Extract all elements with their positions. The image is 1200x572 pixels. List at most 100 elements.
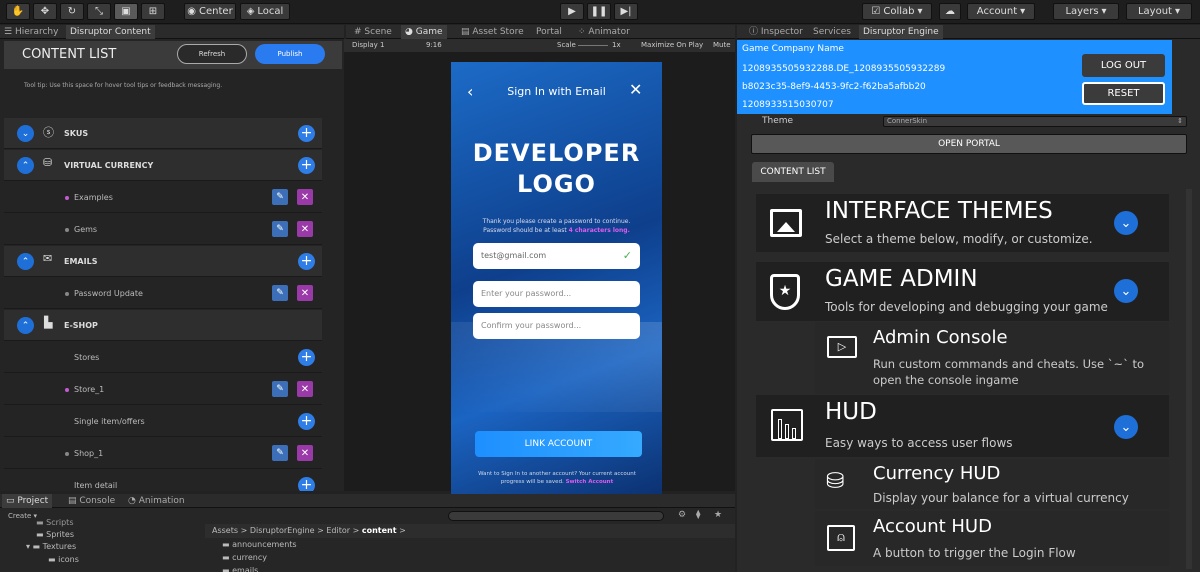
tree-item-textures[interactable]: ▾ ▬ Textures	[26, 542, 76, 551]
section-row-skus[interactable]: ⌄ ⓢ SKUS +	[4, 118, 322, 149]
star-icon[interactable]: ★	[714, 510, 722, 520]
tab-services[interactable]: Services	[809, 25, 855, 39]
chevron-up-icon[interactable]: ⌃	[17, 317, 34, 334]
subsection-admin-console[interactable]: ▷ Admin Console Run custom commands and …	[815, 322, 1169, 394]
open-portal-button[interactable]: OPEN PORTAL	[751, 134, 1187, 154]
pivot-center-button[interactable]: ◉ Center	[184, 3, 236, 20]
subsection-currency-hud[interactable]: ⛁ Currency HUD Display your balance for …	[815, 459, 1169, 509]
add-button[interactable]: +	[298, 413, 315, 430]
filter-icon[interactable]: ⚙	[678, 510, 686, 520]
delete-button[interactable]: ✕	[297, 221, 313, 237]
subsection-account-hud[interactable]: ⍝ Account HUD A button to trigger the Lo…	[815, 511, 1169, 566]
tab-disruptor-content[interactable]: Disruptor Content	[66, 25, 155, 39]
collab-dropdown[interactable]: ☑ Collab ▾	[862, 3, 932, 20]
list-item-store-1[interactable]: Store_1 ✎ ✕	[4, 374, 322, 405]
scale-slider[interactable]	[578, 45, 608, 46]
pause-button[interactable]: ❚❚	[587, 3, 611, 20]
tab-game[interactable]: ◕ Game	[401, 25, 447, 39]
section-row-e-shop[interactable]: ⌃ ▙ E-SHOP	[4, 310, 322, 341]
breadcrumb-assets[interactable]: Assets	[212, 526, 238, 535]
step-button[interactable]: ▶|	[614, 3, 638, 20]
space-local-button[interactable]: ◈ Local	[240, 3, 290, 20]
delete-button[interactable]: ✕	[297, 285, 313, 301]
email-field[interactable]: test@gmail.com ✓	[473, 243, 640, 269]
edit-button[interactable]: ✎	[272, 445, 288, 461]
chevron-up-icon[interactable]: ⌃	[17, 253, 34, 270]
breadcrumb-disruptor-engine[interactable]: DisruptorEngine	[250, 526, 315, 535]
section-game-admin[interactable]: ★ GAME ADMIN Tools for developing and de…	[756, 262, 1169, 321]
section-row-emails[interactable]: ⌃ ✉ EMAILS +	[4, 246, 322, 277]
cloud-button[interactable]: ☁	[939, 3, 961, 20]
breadcrumb-editor[interactable]: Editor	[326, 526, 350, 535]
list-item-shop-1[interactable]: Shop_1 ✎ ✕	[4, 438, 322, 469]
add-button[interactable]: +	[298, 253, 315, 270]
edit-button[interactable]: ✎	[272, 381, 288, 397]
create-dropdown[interactable]: Create ▾	[8, 512, 37, 520]
confirm-password-field[interactable]: Confirm your password...	[473, 313, 640, 339]
link-account-button[interactable]: LINK ACCOUNT	[475, 431, 642, 457]
tab-disruptor-engine[interactable]: Disruptor Engine	[859, 25, 943, 39]
list-item-item-detail[interactable]: Item detail +	[4, 470, 322, 491]
add-button[interactable]: +	[298, 157, 315, 174]
delete-button[interactable]: ✕	[297, 189, 313, 205]
tab-console[interactable]: ▤ Console	[64, 494, 119, 508]
close-icon[interactable]: ✕	[629, 80, 642, 99]
transform-tool-button[interactable]: ⊞	[141, 3, 165, 20]
edit-button[interactable]: ✎	[272, 221, 288, 237]
list-item-password-update[interactable]: Password Update ✎ ✕	[4, 278, 322, 309]
layout-dropdown[interactable]: Layout ▾	[1126, 3, 1192, 20]
tab-hierarchy[interactable]: ☰ Hierarchy	[0, 25, 62, 39]
play-button[interactable]: ▶	[560, 3, 584, 20]
publish-button[interactable]: Publish	[255, 44, 325, 64]
tab-animation[interactable]: ◔ Animation	[124, 494, 189, 508]
list-item-stores[interactable]: Stores +	[4, 342, 322, 373]
section-row-virtual-currency[interactable]: ⌃ ⛁ VIRTUAL CURRENCY +	[4, 150, 322, 181]
theme-dropdown[interactable]: ConnerSkin ⇕	[883, 116, 1187, 127]
list-item-gems[interactable]: Gems ✎ ✕	[4, 214, 322, 245]
tab-asset-store[interactable]: ▤ Asset Store	[457, 25, 528, 39]
reset-button[interactable]: RESET	[1082, 82, 1165, 105]
tab-animator[interactable]: ⁘ Animator	[574, 25, 634, 39]
file-item[interactable]: ▬ announcements	[222, 540, 297, 549]
maximize-on-play-toggle[interactable]: Maximize On Play	[641, 41, 703, 49]
chevron-down-icon[interactable]: ⌄	[1114, 279, 1138, 303]
rect-tool-button[interactable]: ▣	[114, 3, 138, 20]
chevron-down-icon[interactable]: ⌄	[1114, 415, 1138, 439]
account-dropdown[interactable]: Account ▾	[967, 3, 1035, 20]
move-tool-button[interactable]: ✥	[33, 3, 57, 20]
section-interface-themes[interactable]: INTERFACE THEMES Select a theme below, m…	[756, 194, 1169, 252]
tab-portal[interactable]: Portal	[532, 25, 566, 39]
aspect-dropdown[interactable]: 9:16	[426, 41, 442, 49]
list-item-single-offers[interactable]: Single item/offers +	[4, 406, 322, 437]
list-item-examples[interactable]: Examples ✎ ✕	[4, 182, 322, 213]
section-hud[interactable]: HUD Easy ways to access user flows ⌄	[756, 395, 1169, 457]
file-item[interactable]: ▬ currency	[222, 553, 267, 562]
delete-button[interactable]: ✕	[297, 445, 313, 461]
edit-button[interactable]: ✎	[272, 285, 288, 301]
scale-tool-button[interactable]: ⤡	[87, 3, 111, 20]
edit-button[interactable]: ✎	[272, 189, 288, 205]
tree-item-icons[interactable]: ▬ icons	[48, 555, 79, 564]
scrollbar[interactable]	[1186, 189, 1192, 569]
add-button[interactable]: +	[298, 349, 315, 366]
rotate-tool-button[interactable]: ↻	[60, 3, 84, 20]
password-field[interactable]: Enter your password...	[473, 281, 640, 307]
file-item[interactable]: ▬ emails	[222, 566, 258, 572]
delete-button[interactable]: ✕	[297, 381, 313, 397]
add-button[interactable]: +	[298, 477, 315, 491]
mute-toggle[interactable]: Mute	[713, 41, 731, 49]
add-button[interactable]: +	[298, 125, 315, 142]
tree-item-sprites[interactable]: ▬ Sprites	[36, 530, 74, 539]
tab-project[interactable]: ▭ Project	[2, 494, 53, 508]
chevron-down-icon[interactable]: ⌄	[17, 125, 34, 142]
switch-account-link[interactable]: Switch Account	[566, 479, 614, 485]
tag-icon[interactable]: ⧫	[696, 510, 700, 520]
tab-scene[interactable]: # Scene	[350, 25, 396, 39]
layers-dropdown[interactable]: Layers ▾	[1053, 3, 1119, 20]
breadcrumb-content[interactable]: content	[362, 526, 397, 535]
refresh-button[interactable]: Refresh	[177, 44, 247, 64]
tree-item-scripts[interactable]: ▬ Scripts	[36, 518, 73, 527]
chevron-up-icon[interactable]: ⌃	[17, 157, 34, 174]
hand-tool-button[interactable]: ✋	[6, 3, 30, 20]
project-search-input[interactable]	[448, 511, 664, 521]
